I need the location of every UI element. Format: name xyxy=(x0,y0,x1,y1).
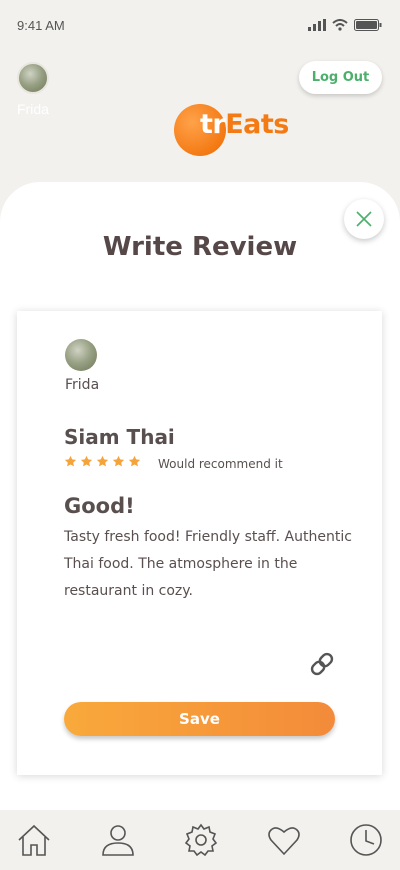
save-button[interactable]: Save xyxy=(64,702,335,736)
star-icon[interactable] xyxy=(64,455,77,468)
status-time: 9:41 AM xyxy=(17,18,65,33)
status-bar: 9:41 AM xyxy=(0,0,400,52)
nav-favorites[interactable] xyxy=(266,822,302,858)
attach-link-button[interactable] xyxy=(308,650,336,678)
logout-button[interactable]: Log Out xyxy=(299,61,382,94)
review-body[interactable]: Tasty fresh food! Friendly staff. Authen… xyxy=(64,524,364,605)
reviewer-avatar xyxy=(65,339,97,371)
favorites-icon xyxy=(268,827,300,856)
star-icon[interactable] xyxy=(128,455,141,468)
logo-text: trEats xyxy=(200,109,289,140)
link-icon xyxy=(310,652,334,676)
profile-icon xyxy=(102,825,134,856)
battery-icon xyxy=(354,19,382,31)
recommend-text: Would recommend it xyxy=(158,457,283,471)
app-logo: trEats xyxy=(174,104,294,156)
header-avatar[interactable] xyxy=(17,62,49,94)
nav-history[interactable] xyxy=(348,822,384,858)
star-icon[interactable] xyxy=(80,455,93,468)
logo-text-part1: tr xyxy=(200,109,226,140)
home-icon xyxy=(18,824,50,856)
nav-settings[interactable] xyxy=(183,822,219,858)
wifi-icon xyxy=(332,19,348,31)
star-icon[interactable] xyxy=(96,455,109,468)
status-icons xyxy=(308,19,382,31)
star-rating[interactable] xyxy=(64,455,141,468)
logo-text-part2: Eats xyxy=(225,109,289,140)
settings-icon xyxy=(184,823,218,857)
nav-profile[interactable] xyxy=(100,822,136,858)
header-user-name: Frida xyxy=(17,101,49,117)
signal-icon xyxy=(308,19,326,31)
nav-home[interactable] xyxy=(16,822,52,858)
restaurant-name: Siam Thai xyxy=(64,425,175,449)
reviewer-name: Frida xyxy=(65,377,100,393)
star-icon[interactable] xyxy=(112,455,125,468)
history-icon xyxy=(350,824,382,856)
page-title: Write Review xyxy=(102,232,298,262)
close-icon xyxy=(356,211,372,227)
review-title[interactable]: Good! xyxy=(64,494,135,518)
